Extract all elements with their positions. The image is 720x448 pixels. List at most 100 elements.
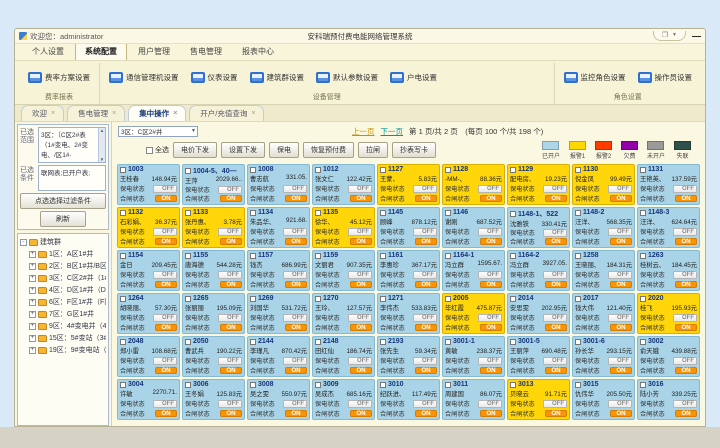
close-icon[interactable]: × bbox=[51, 110, 55, 117]
card-checkbox[interactable] bbox=[185, 382, 191, 388]
menu-item[interactable]: 报表中心 bbox=[233, 44, 283, 60]
select-all-checkbox[interactable] bbox=[146, 147, 153, 154]
card-checkbox[interactable] bbox=[185, 168, 191, 174]
card-checkbox[interactable] bbox=[315, 253, 321, 259]
meter-card[interactable]: 1135 徐华、 45.12元 保电状态 OFF 合闸状态 ON bbox=[312, 207, 375, 248]
ribbon-button[interactable]: 户电设置 bbox=[385, 69, 442, 86]
refresh-button[interactable]: 刷新 bbox=[40, 211, 86, 227]
tree-item[interactable]: + 7区：G区1#井 bbox=[20, 309, 106, 319]
meter-card[interactable]: 1263 桂树云、 184.45元 保电状态 OFF 合闸状态 ON bbox=[637, 250, 700, 291]
ribbon-button[interactable]: 仪表设置 bbox=[186, 69, 243, 86]
ribbon-button[interactable]: 监控角色设置 bbox=[559, 69, 631, 86]
meter-card[interactable]: 1148-2 汪洋、 568.35元 保电状态 OFF 合闸状态 ON bbox=[572, 207, 635, 248]
meter-card[interactable]: 2005 毕红霞 475.87元 保电状态 OFF 合闸状态 ON bbox=[442, 293, 505, 334]
ribbon-button[interactable]: 建筑群设置 bbox=[245, 69, 310, 86]
meter-card[interactable]: 1012 张文仁 122.42元 保电状态 OFF 合闸状态 ON bbox=[312, 164, 375, 205]
card-checkbox[interactable] bbox=[315, 339, 321, 345]
meter-card[interactable]: 1265 张丽丽 195.09元 保电状态 OFF 合闸状态 ON bbox=[182, 293, 245, 334]
meter-card[interactable]: 1148-3 汪洋、 624.64元 保电状态 OFF 合闸状态 ON bbox=[637, 207, 700, 248]
card-checkbox[interactable] bbox=[445, 296, 451, 302]
meter-card[interactable]: 1154 金日 209.45元 保电状态 OFF 合闸状态 ON bbox=[117, 250, 180, 291]
expand-icon[interactable]: + bbox=[29, 251, 36, 258]
card-checkbox[interactable] bbox=[380, 296, 386, 302]
meter-card[interactable]: 1164-1 冯立群 1595.67. 保电状态 OFF 合闸状态 ON bbox=[442, 250, 505, 291]
restore-icon[interactable]: ❐ bbox=[662, 31, 668, 39]
card-checkbox[interactable] bbox=[120, 296, 126, 302]
expand-icon[interactable]: + bbox=[29, 287, 36, 294]
document-tab[interactable]: 开户/充值查询 × bbox=[189, 105, 264, 121]
meter-card[interactable]: 1133 张丹惠、 3.78元 保电状态 OFF 合闸状态 ON bbox=[182, 207, 245, 248]
card-checkbox[interactable] bbox=[250, 253, 256, 259]
card-checkbox[interactable] bbox=[185, 339, 191, 345]
ribbon-button[interactable]: 通信管理机设置 bbox=[104, 69, 184, 86]
chevron-down-icon[interactable]: ▼ bbox=[672, 32, 677, 38]
close-icon[interactable]: × bbox=[112, 110, 116, 117]
card-checkbox[interactable] bbox=[120, 210, 126, 216]
meter-card[interactable]: 3010 纪跃进、 117.49元 保电状态 OFF 合闸状态 ON bbox=[377, 379, 440, 420]
meter-card[interactable]: 1271 李伟杰 533.83元 保电状态 OFF 合闸状态 ON bbox=[377, 293, 440, 334]
meter-card[interactable]: 1003 王桂春 148.94元 保电状态 OFF 合闸状态 ON bbox=[117, 164, 180, 205]
meter-card[interactable]: 3004 许敏 2270.71. 保电状态 OFF 合闸状态 ON bbox=[117, 379, 180, 420]
card-checkbox[interactable] bbox=[445, 210, 451, 216]
document-tab[interactable]: 欢迎 × bbox=[21, 105, 64, 121]
pick-filter-button[interactable]: 点选选择过滤条件 bbox=[20, 193, 106, 209]
meter-card[interactable]: 1131 王艳英、 137.59元 保电状态 OFF 合闸状态 ON bbox=[637, 164, 700, 205]
ribbon-button[interactable]: 操作员设置 bbox=[633, 69, 698, 86]
scroll-up-icon[interactable]: ▲ bbox=[100, 128, 104, 133]
card-checkbox[interactable] bbox=[575, 339, 581, 345]
meter-card[interactable]: 1164-2 冯立群 3927.05. 保电状态 OFF 合闸状态 ON bbox=[507, 250, 570, 291]
meter-card[interactable]: 1145 顾峰 878.12元 保电状态 OFF 合闸状态 ON bbox=[377, 207, 440, 248]
meter-card[interactable]: 2193 张先生 59.34元 保电状态 OFF 合闸状态 ON bbox=[377, 336, 440, 377]
selected-range-listbox[interactable]: 3区：（C区2#表（1#变电、2#变电、/区1#· ▲ ▼ bbox=[38, 127, 106, 163]
card-checkbox[interactable] bbox=[640, 210, 646, 216]
card-checkbox[interactable] bbox=[445, 253, 451, 259]
minimize-icon[interactable]: — bbox=[692, 33, 701, 39]
meter-card[interactable]: 2050 曹武兵 190.22元 保电状态 OFF 合闸状态 ON bbox=[182, 336, 245, 377]
meter-card[interactable]: 2048 郑小雷 108.68元 保电状态 OFF 合闸状态 ON bbox=[117, 336, 180, 377]
card-checkbox[interactable] bbox=[380, 253, 386, 259]
meter-card[interactable]: 1004-5、40— 王萍 2029.66.. 保电状态 OFF 合闸状态 bbox=[182, 164, 245, 205]
expand-icon[interactable]: + bbox=[29, 335, 36, 342]
meter-card[interactable]: 1270 王玲、 127.57元 保电状态 OFF 合闸状态 ON bbox=[312, 293, 375, 334]
card-checkbox[interactable] bbox=[185, 296, 191, 302]
card-checkbox[interactable] bbox=[120, 382, 126, 388]
meter-card[interactable]: 2014 安思雯 202.95元 保电状态 OFF 合闸状态 ON bbox=[507, 293, 570, 334]
meter-card[interactable]: 2144 李瑾凡 870.42元 保电状态 OFF 合闸状态 ON bbox=[247, 336, 310, 377]
expand-icon[interactable]: + bbox=[29, 299, 36, 306]
meter-card[interactable]: 2148 田红仙 186.74元 保电状态 OFF 合闸状态 ON bbox=[312, 336, 375, 377]
card-checkbox[interactable] bbox=[120, 253, 126, 259]
card-checkbox[interactable] bbox=[510, 211, 516, 217]
expand-icon[interactable]: + bbox=[29, 347, 36, 354]
meter-card[interactable]: 1127 王蒙、 5.83元 保电状态 OFF 合闸状态 ON bbox=[377, 164, 440, 205]
card-checkbox[interactable] bbox=[380, 210, 386, 216]
collapse-icon[interactable]: - bbox=[20, 239, 27, 246]
selected-condition-box[interactable]: 联网表;已开户表; bbox=[38, 165, 106, 191]
meter-card[interactable]: 3009 吴成杰 685.16元 保电状态 OFF 合闸状态 ON bbox=[312, 379, 375, 420]
card-checkbox[interactable] bbox=[640, 296, 646, 302]
next-page-link[interactable]: 下一页 bbox=[381, 126, 404, 137]
document-tab[interactable]: 集中操作 × bbox=[128, 105, 186, 121]
card-checkbox[interactable] bbox=[250, 382, 256, 388]
bulk-action-button[interactable]: 设置下发 bbox=[221, 142, 265, 158]
card-checkbox[interactable] bbox=[575, 382, 581, 388]
menu-item[interactable]: 系统配置 bbox=[75, 43, 127, 60]
card-checkbox[interactable] bbox=[510, 253, 516, 259]
meter-card[interactable]: 3001-6 孙长华 293.15元 保电状态 OFF 合闸状态 ON bbox=[572, 336, 635, 377]
card-checkbox[interactable] bbox=[575, 253, 581, 259]
card-checkbox[interactable] bbox=[510, 296, 516, 302]
tree-item[interactable]: + 3区：C区2#井（1#· bbox=[20, 273, 106, 283]
select-all[interactable]: 全选 bbox=[146, 145, 169, 155]
tree-item[interactable]: + 1区：A区1#井 bbox=[20, 249, 106, 259]
meter-card[interactable]: 1132 石彩娟、 36.37元 保电状态 OFF 合闸状态 ON bbox=[117, 207, 180, 248]
card-checkbox[interactable] bbox=[640, 382, 646, 388]
card-checkbox[interactable] bbox=[575, 296, 581, 302]
bulk-action-button[interactable]: 电价下发 bbox=[173, 142, 217, 158]
menu-item[interactable]: 个人设置 bbox=[23, 44, 73, 60]
card-checkbox[interactable] bbox=[315, 210, 321, 216]
meter-card[interactable]: 2020 桂飞 195.93元 保电状态 OFF 合闸状态 ON bbox=[637, 293, 700, 334]
card-checkbox[interactable] bbox=[575, 167, 581, 173]
card-checkbox[interactable] bbox=[250, 167, 256, 173]
menu-item[interactable]: 用户管理 bbox=[129, 44, 179, 60]
tree-item[interactable]: + 15区：5#变站（3#· bbox=[20, 333, 106, 343]
close-icon[interactable]: × bbox=[251, 110, 255, 117]
